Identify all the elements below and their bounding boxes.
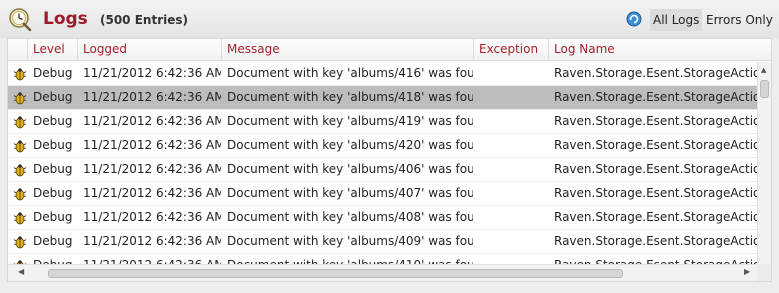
cell-log-name: Raven.Storage.Esent.StorageActions xyxy=(554,210,757,224)
cell-level: Debug xyxy=(33,234,73,248)
table-row[interactable]: Debug 11/21/2012 6:42:36 AM Document with … xyxy=(8,206,757,230)
debug-bug-icon xyxy=(13,116,27,129)
cell-exception xyxy=(479,230,548,254)
filter-errors-only-button[interactable]: Errors Only xyxy=(703,9,776,31)
entries-count: (500 Entries) xyxy=(100,13,188,27)
refresh-icon[interactable] xyxy=(626,11,642,27)
scroll-left-icon[interactable]: ◀ xyxy=(18,267,24,276)
debug-bug-icon xyxy=(13,164,27,177)
page-title: Logs xyxy=(43,9,88,29)
cell-level: Debug xyxy=(33,210,73,224)
cell-exception xyxy=(479,158,548,182)
cell-logged: 11/21/2012 6:42:36 AM xyxy=(83,114,221,128)
cell-message: Document with key 'albums/419' was found xyxy=(227,114,473,128)
table-row[interactable]: Debug 11/21/2012 6:42:36 AM Document with … xyxy=(8,110,757,134)
cell-log-name: Raven.Storage.Esent.StorageActions xyxy=(554,66,757,80)
cell-log-name: Raven.Storage.Esent.StorageActions xyxy=(554,234,757,248)
cell-log-name: Raven.Storage.Esent.StorageActions xyxy=(554,90,757,104)
cell-logged: 11/21/2012 6:42:36 AM xyxy=(83,186,221,200)
cell-log-name: Raven.Storage.Esent.StorageActions xyxy=(554,186,757,200)
horizontal-scroll-thumb[interactable] xyxy=(48,269,623,278)
cell-log-name: Raven.Storage.Esent.StorageActions xyxy=(554,114,757,128)
cell-exception xyxy=(479,206,548,230)
cell-message: Document with key 'albums/407' was found xyxy=(227,186,473,200)
cell-exception xyxy=(479,134,548,158)
cell-log-name: Raven.Storage.Esent.StorageActions xyxy=(554,162,757,176)
table-row[interactable]: Debug 11/21/2012 6:42:36 AM Document with … xyxy=(8,62,757,86)
table-row[interactable]: Debug 11/21/2012 6:42:36 AM Document with … xyxy=(8,86,757,110)
vertical-scroll-thumb[interactable] xyxy=(760,80,769,98)
vertical-scrollbar[interactable]: ▲ xyxy=(757,62,771,281)
cell-logged: 11/21/2012 6:42:36 AM xyxy=(83,90,221,104)
cell-logged: 11/21/2012 6:42:36 AM xyxy=(83,234,221,248)
scrollbar-corner xyxy=(757,264,771,281)
cell-message: Document with key 'albums/418' was found xyxy=(227,90,473,104)
cell-log-name: Raven.Storage.Esent.StorageActions xyxy=(554,138,757,152)
cell-level: Debug xyxy=(33,114,73,128)
cell-message: Document with key 'albums/406' was found xyxy=(227,162,473,176)
table-row[interactable]: Debug 11/21/2012 6:42:36 AM Document with … xyxy=(8,182,757,206)
debug-bug-icon xyxy=(13,140,27,153)
horizontal-scrollbar[interactable]: ◀ ▶ xyxy=(8,264,757,281)
table-row[interactable]: Debug 11/21/2012 6:42:36 AM Document with … xyxy=(8,134,757,158)
debug-bug-icon xyxy=(13,92,27,105)
debug-bug-icon xyxy=(13,188,27,201)
cell-exception xyxy=(479,62,548,86)
column-header-row: Level Logged Message Exception Log Name xyxy=(8,39,771,61)
cell-message: Document with key 'albums/420' was found xyxy=(227,138,473,152)
cell-level: Debug xyxy=(33,162,73,176)
cell-exception xyxy=(479,110,548,134)
cell-exception xyxy=(479,86,548,110)
cell-logged: 11/21/2012 6:42:36 AM xyxy=(83,66,221,80)
scroll-up-icon[interactable]: ▲ xyxy=(761,66,766,74)
logs-header: Logs (500 Entries) All Logs Errors Only xyxy=(0,0,779,38)
column-header-log-name[interactable]: Log Name xyxy=(549,39,771,61)
column-header-level[interactable]: Level xyxy=(28,39,78,61)
cell-message: Document with key 'albums/408' was found xyxy=(227,210,473,224)
scroll-right-icon[interactable]: ▶ xyxy=(744,267,750,276)
logs-clock-icon xyxy=(9,8,32,31)
column-header-message[interactable]: Message xyxy=(222,39,474,61)
cell-level: Debug xyxy=(33,186,73,200)
filter-all-logs-button[interactable]: All Logs xyxy=(650,9,703,31)
cell-message: Document with key 'albums/409' was found xyxy=(227,234,473,248)
logs-grid: Level Logged Message Exception Log Name … xyxy=(7,38,772,282)
cell-logged: 11/21/2012 6:42:36 AM xyxy=(83,162,221,176)
table-row[interactable]: Debug 11/21/2012 6:42:36 AM Document with … xyxy=(8,230,757,254)
cell-exception xyxy=(479,182,548,206)
debug-bug-icon xyxy=(13,68,27,81)
table-row[interactable]: Debug 11/21/2012 6:42:36 AM Document with … xyxy=(8,158,757,182)
column-header-logged[interactable]: Logged xyxy=(78,39,222,61)
cell-level: Debug xyxy=(33,90,73,104)
debug-bug-icon xyxy=(13,212,27,225)
cell-level: Debug xyxy=(33,66,73,80)
cell-logged: 11/21/2012 6:42:36 AM xyxy=(83,138,221,152)
logs-window: Logs (500 Entries) All Logs Errors Only … xyxy=(0,0,779,293)
column-header-icon xyxy=(8,39,28,61)
cell-logged: 11/21/2012 6:42:36 AM xyxy=(83,210,221,224)
cell-level: Debug xyxy=(33,138,73,152)
column-header-exception[interactable]: Exception xyxy=(474,39,549,61)
debug-bug-icon xyxy=(13,236,27,249)
cell-message: Document with key 'albums/416' was found xyxy=(227,66,473,80)
